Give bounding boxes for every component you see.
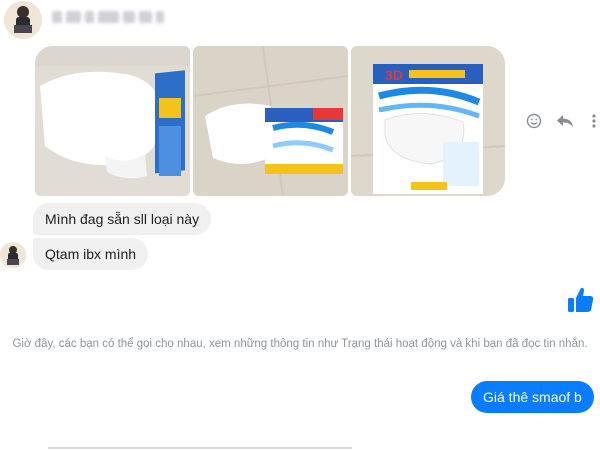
- divider: [48, 447, 352, 449]
- reply-arrow-icon[interactable]: [556, 112, 574, 130]
- photo-group: 3D: [35, 46, 505, 196]
- outgoing-message[interactable]: Giá thê smaof b: [471, 381, 594, 413]
- contact-avatar[interactable]: [4, 1, 42, 39]
- message-actions: [526, 111, 600, 131]
- incoming-message[interactable]: Mình đag sẵn sll loại này: [33, 203, 212, 235]
- photo-mask-2[interactable]: [193, 46, 348, 196]
- thumbs-up-icon[interactable]: [566, 285, 596, 315]
- more-icon[interactable]: [588, 112, 600, 130]
- photo-mask-1[interactable]: [35, 46, 190, 196]
- contact-avatar-small[interactable]: [0, 242, 26, 268]
- system-notice: Giờ đây, các bạn có thể gọi cho nhau, xe…: [12, 338, 588, 350]
- photo-mask-3[interactable]: 3D: [351, 46, 505, 196]
- incoming-message[interactable]: Qtam ibx mình: [33, 238, 149, 270]
- smiley-icon[interactable]: [526, 112, 542, 130]
- chat-header: [0, 0, 600, 42]
- svg-text:3D: 3D: [385, 67, 403, 83]
- contact-name-blurred[interactable]: [52, 8, 164, 26]
